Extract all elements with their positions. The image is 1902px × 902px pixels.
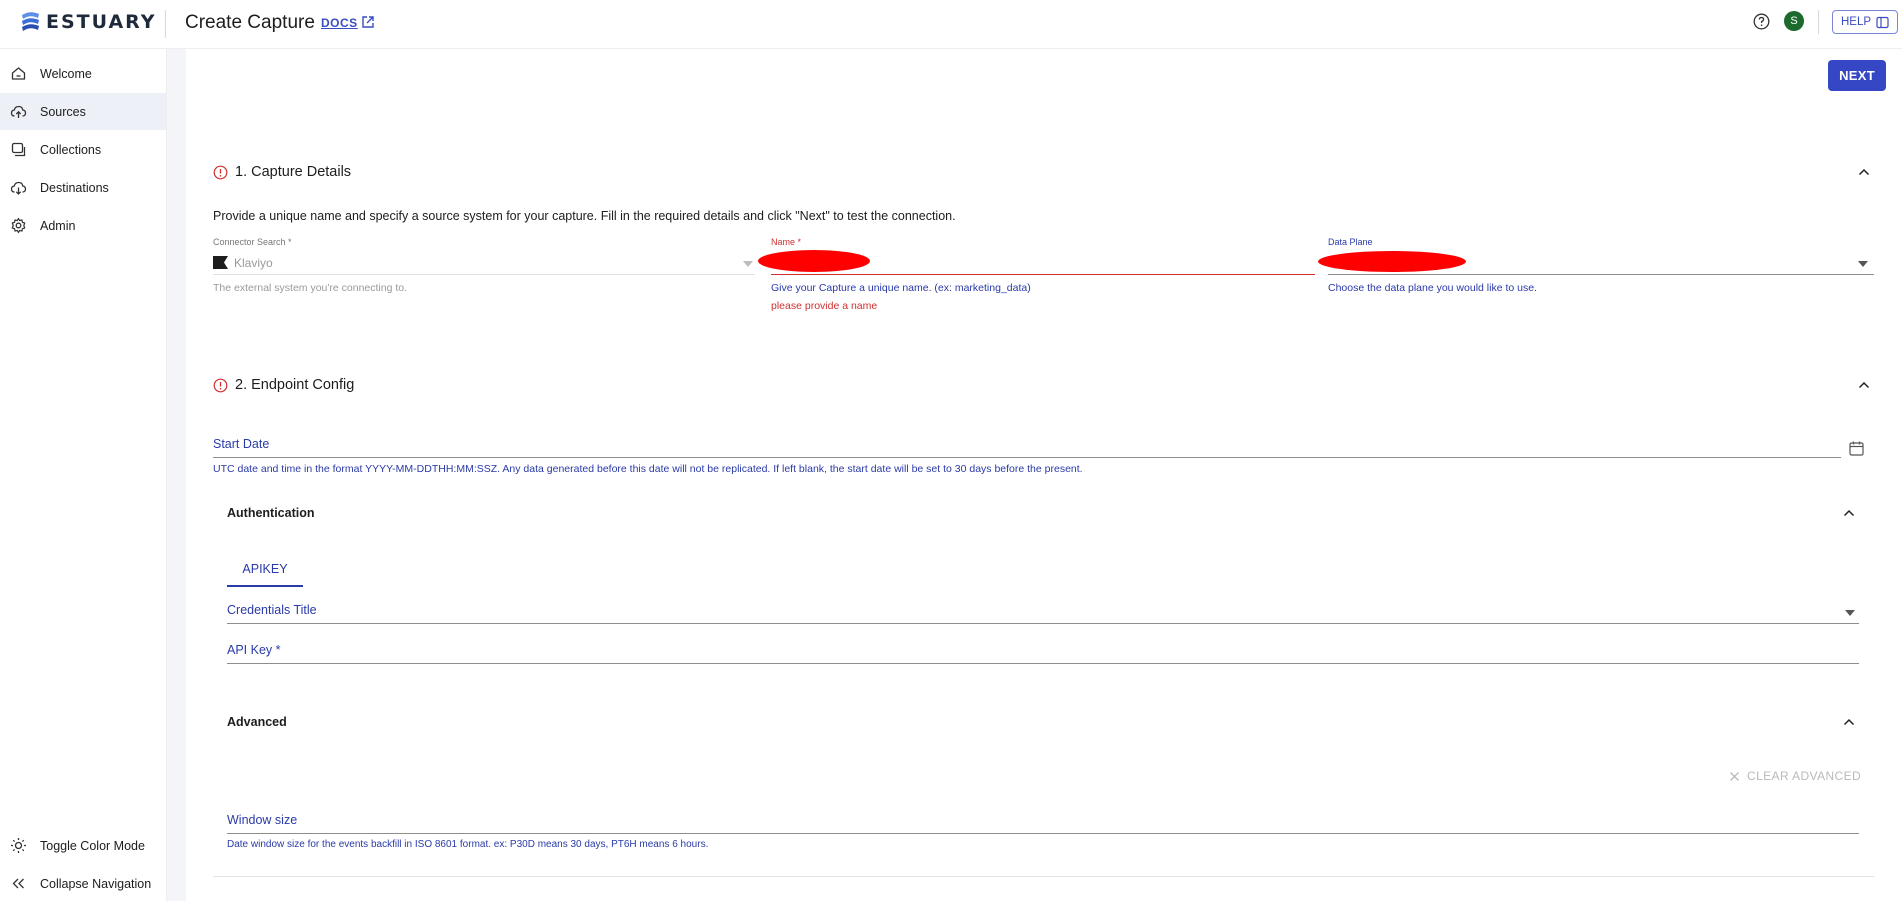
name-field-underline[interactable]: [771, 274, 1315, 275]
content-gutter: [167, 49, 186, 901]
side-panel-icon: [1876, 16, 1889, 28]
topbar-separator: [1818, 10, 1819, 34]
avatar[interactable]: S: [1784, 11, 1804, 31]
sun-icon: [11, 838, 26, 853]
cloud-upload-icon: [10, 105, 27, 118]
name-field-helper: Give your Capture a unique name. (ex: ma…: [771, 282, 1031, 294]
connector-search-helper: The external system you're connecting to…: [213, 282, 408, 294]
sidebar-item-destinations[interactable]: Destinations: [0, 169, 166, 206]
dropdown-caret-icon[interactable]: [1858, 261, 1868, 267]
sidebar-item-collections[interactable]: Collections: [0, 131, 166, 168]
connector-search-label: Connector Search *: [213, 237, 292, 247]
authentication-title: Authentication: [227, 506, 315, 520]
estuary-logo-icon: [22, 12, 39, 31]
collections-icon: [11, 142, 26, 157]
external-link-icon[interactable]: [361, 15, 375, 29]
collapse-navigation-label: Collapse Navigation: [40, 876, 152, 891]
capture-details-description: Provide a unique name and specify a sour…: [213, 209, 956, 223]
start-date-label: Start Date: [213, 437, 270, 451]
chevron-up-icon[interactable]: [1857, 378, 1871, 392]
endpoint-config-title: 2. Endpoint Config: [235, 377, 355, 393]
sidebar-item-label: Destinations: [40, 180, 109, 195]
dropdown-caret-icon[interactable]: [1845, 610, 1855, 616]
dropdown-caret-icon[interactable]: [743, 261, 753, 267]
error-circle-icon: [213, 378, 228, 392]
collapse-navigation-button[interactable]: Collapse Navigation: [0, 865, 166, 902]
calendar-icon[interactable]: [1848, 440, 1865, 457]
clear-advanced-label: CLEAR ADVANCED: [1747, 769, 1862, 783]
logo-text: ESTUARY: [46, 11, 157, 33]
topbar-divider: [165, 10, 166, 38]
advanced-title: Advanced: [227, 715, 287, 729]
help-button[interactable]: HELP: [1832, 10, 1898, 34]
data-plane-underline[interactable]: [1328, 274, 1874, 275]
start-date-helper: UTC date and time in the format YYYY-MM-…: [213, 463, 1083, 475]
error-circle-icon: [213, 165, 228, 179]
double-chevron-left-icon: [12, 878, 24, 889]
klaviyo-logo-icon: [213, 256, 228, 269]
sidebar-item-sources[interactable]: Sources: [0, 93, 166, 130]
data-plane-helper: Choose the data plane you would like to …: [1328, 282, 1537, 294]
close-icon: [1730, 771, 1739, 781]
connector-search-underline: [213, 274, 755, 275]
capture-details-title: 1. Capture Details: [235, 164, 352, 180]
tab-apikey[interactable]: APIKEY: [227, 552, 303, 587]
sidebar-item-label: Sources: [40, 104, 86, 119]
chevron-up-icon[interactable]: [1857, 165, 1871, 179]
start-date-input[interactable]: [213, 457, 1841, 458]
cloud-download-icon: [10, 181, 27, 195]
credentials-title-label: Credentials Title: [227, 603, 317, 617]
credentials-title-select[interactable]: [227, 623, 1859, 624]
sidebar-item-label: Welcome: [40, 66, 92, 81]
name-field-label: Name *: [771, 237, 802, 247]
api-key-input[interactable]: [227, 663, 1859, 664]
clear-advanced-button[interactable]: CLEAR ADVANCED: [1729, 769, 1861, 783]
chevron-up-icon[interactable]: [1842, 715, 1856, 729]
toggle-color-mode-button[interactable]: Toggle Color Mode: [0, 827, 166, 864]
name-field-error: please provide a name: [771, 300, 878, 312]
capture-details-header[interactable]: 1. Capture Details: [213, 160, 351, 184]
endpoint-config-header[interactable]: 2. Endpoint Config: [213, 373, 354, 397]
sidebar-item-label: Admin: [40, 218, 76, 233]
gear-icon: [11, 217, 26, 234]
chevron-up-icon[interactable]: [1842, 506, 1856, 520]
window-size-label: Window size: [227, 813, 298, 827]
sidebar-item-label: Collections: [40, 142, 102, 157]
sidebar: Welcome Sources Collections Destinations…: [0, 49, 167, 901]
sidebar-item-welcome[interactable]: Welcome: [0, 55, 166, 92]
sidebar-item-admin[interactable]: Admin: [0, 207, 166, 244]
next-button[interactable]: NEXT: [1828, 60, 1886, 91]
data-plane-label: Data Plane: [1328, 237, 1373, 247]
connector-search-value: Klaviyo: [234, 255, 273, 270]
help-button-label: HELP: [1840, 16, 1872, 28]
connector-search-input[interactable]: Klaviyo: [213, 255, 273, 270]
toggle-color-mode-label: Toggle Color Mode: [40, 838, 145, 853]
page-title: Create Capture: [185, 12, 315, 33]
section-divider: [213, 876, 1874, 877]
docs-link[interactable]: DOCS: [321, 16, 358, 30]
estuary-logo[interactable]: ESTUARY: [20, 10, 157, 34]
top-bar: ESTUARY Create Capture DOCS S HELP: [0, 0, 1902, 49]
window-size-input[interactable]: [227, 833, 1859, 834]
api-key-label: API Key *: [227, 643, 281, 657]
help-circle-icon[interactable]: [1753, 13, 1770, 30]
redaction-mark: [1318, 251, 1466, 272]
redaction-mark: [758, 250, 870, 272]
window-size-helper: Date window size for the events backfill…: [227, 839, 709, 850]
home-icon: [11, 67, 26, 80]
